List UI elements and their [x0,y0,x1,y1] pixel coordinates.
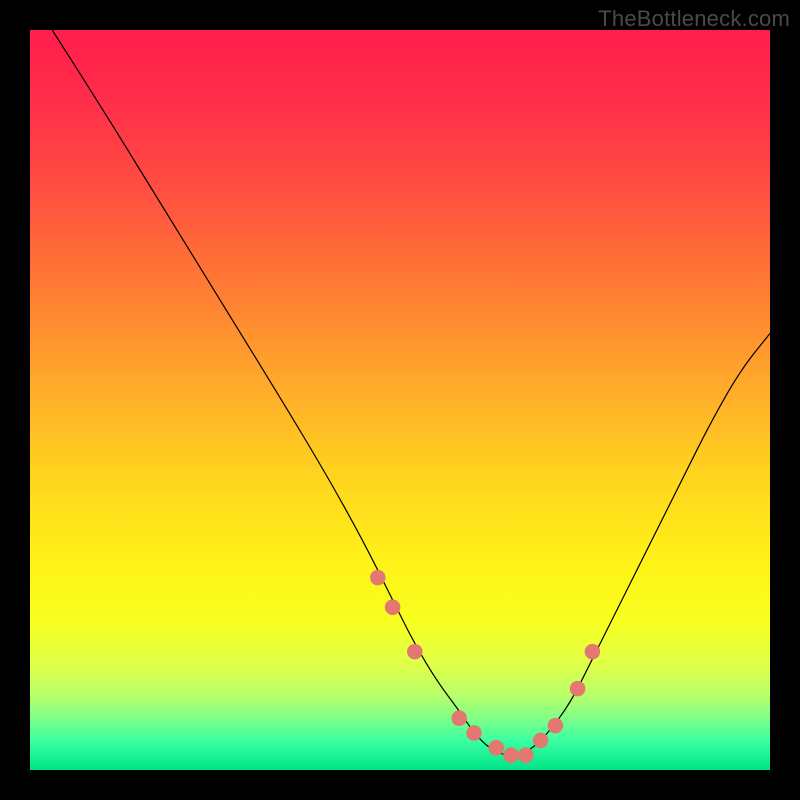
data-point [370,570,386,586]
data-point [385,599,401,615]
data-point [466,725,482,741]
plot-area [30,30,770,770]
data-point [451,710,467,726]
data-point [503,747,519,763]
watermark-label: TheBottleneck.com [598,6,790,32]
data-point [548,718,564,734]
data-point [407,644,423,660]
data-point [488,740,504,756]
data-point [570,681,586,697]
chart-frame: TheBottleneck.com [0,0,800,800]
curve-layer [30,30,770,770]
data-point [585,644,601,660]
data-point [533,733,549,749]
data-point-group [370,570,600,763]
data-point [518,747,534,763]
